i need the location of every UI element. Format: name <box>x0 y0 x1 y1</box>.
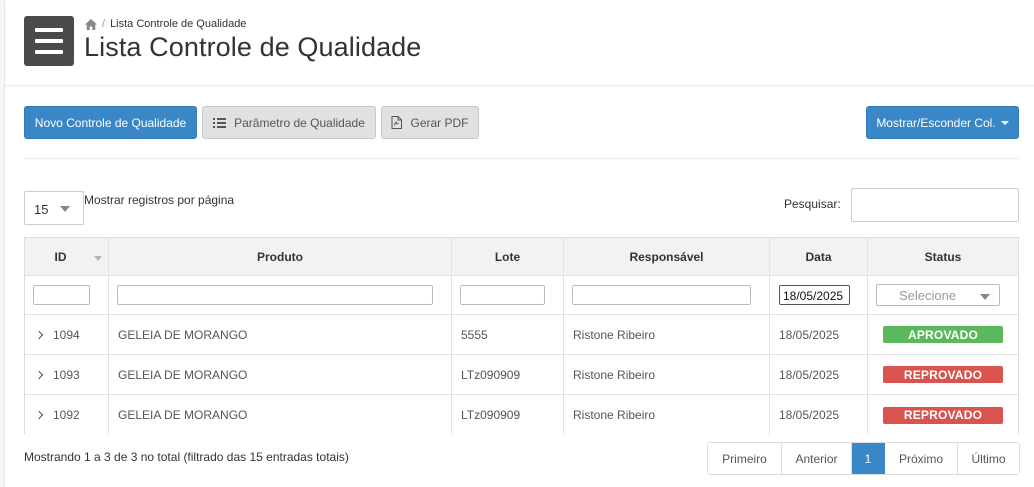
row-produto: GELEIA DE MORANGO <box>109 315 452 354</box>
page-current-button[interactable]: 1 <box>852 443 885 474</box>
quality-control-table: ID Produto Lote Responsável Data Status … <box>24 237 1019 435</box>
row-lote: LTz090909 <box>452 395 564 435</box>
breadcrumb: / Lista Controle de Qualidade <box>85 18 246 30</box>
divider <box>24 158 1019 159</box>
row-responsavel: Ristone Ribeiro <box>564 395 770 435</box>
status-badge: REPROVADO <box>883 406 1003 424</box>
row-responsavel: Ristone Ribeiro <box>564 315 770 354</box>
page-previous-button[interactable]: Anterior <box>782 443 852 474</box>
row-data: 18/05/2025 <box>770 355 868 394</box>
column-header-responsavel[interactable]: Responsável <box>564 238 770 275</box>
page-length-value: 15 <box>34 202 49 217</box>
filter-responsavel-input[interactable] <box>572 285 751 305</box>
column-header-status[interactable]: Status <box>868 238 1018 275</box>
page-next-button[interactable]: Próximo <box>885 443 958 474</box>
filter-data-input[interactable] <box>779 285 850 305</box>
row-data: 18/05/2025 <box>770 315 868 354</box>
table-row: 1093 GELEIA DE MORANGO LTz090909 Ristone… <box>25 355 1018 395</box>
table-info: Mostrando 1 a 3 de 3 no total (filtrado … <box>24 450 349 464</box>
menu-toggle-button[interactable] <box>24 16 74 66</box>
filter-produto-input[interactable] <box>117 285 433 305</box>
column-header-produto[interactable]: Produto <box>109 238 452 275</box>
row-produto: GELEIA DE MORANGO <box>109 395 452 435</box>
row-id: 1092 <box>53 408 80 422</box>
table-row: 1092 GELEIA DE MORANGO LTz090909 Ristone… <box>25 395 1018 435</box>
expand-row-icon[interactable] <box>34 370 44 379</box>
search-label: Pesquisar: <box>784 197 841 211</box>
chevron-down-icon <box>980 294 990 300</box>
page-length-select[interactable]: 15 <box>24 191 84 225</box>
breadcrumb-current: Lista Controle de Qualidade <box>110 18 247 30</box>
row-responsavel: Ristone Ribeiro <box>564 355 770 394</box>
row-id: 1093 <box>53 367 80 382</box>
page-title: Lista Controle de Qualidade <box>84 32 422 62</box>
filter-status-select[interactable]: Selecione <box>876 284 1000 306</box>
toggle-columns-button[interactable]: Mostrar/Esconder Col. <box>866 106 1019 139</box>
expand-row-icon[interactable] <box>34 330 44 339</box>
generate-pdf-label: Gerar PDF <box>410 115 469 130</box>
list-icon <box>213 117 227 128</box>
status-badge: REPROVADO <box>883 366 1003 383</box>
quality-parameter-label: Parâmetro de Qualidade <box>234 115 365 130</box>
row-id: 1094 <box>53 327 80 342</box>
page-header: / Lista Controle de Qualidade Lista Cont… <box>5 0 1034 86</box>
page-length-label: Mostrar registros por página <box>84 193 235 207</box>
generate-pdf-button[interactable]: Gerar PDF <box>381 106 479 139</box>
column-header-lote[interactable]: Lote <box>452 238 564 275</box>
status-badge: APROVADO <box>883 326 1003 343</box>
filter-id-input[interactable] <box>33 285 90 305</box>
quality-parameter-button[interactable]: Parâmetro de Qualidade <box>202 106 376 139</box>
hamburger-icon <box>35 28 63 32</box>
row-produto: GELEIA DE MORANGO <box>109 355 452 394</box>
row-lote: 5555 <box>452 315 564 354</box>
breadcrumb-separator: / <box>102 18 106 30</box>
expand-row-icon[interactable] <box>34 410 44 420</box>
table-header: ID Produto Lote Responsável Data Status <box>25 238 1018 276</box>
sort-icon <box>94 256 102 261</box>
filter-status-placeholder: Selecione <box>899 288 957 303</box>
new-quality-control-button[interactable]: Novo Controle de Qualidade <box>24 106 197 139</box>
pagination: Primeiro Anterior 1 Próximo Último <box>707 442 1020 475</box>
filter-lote-input[interactable] <box>460 285 545 305</box>
toggle-columns-label: Mostrar/Esconder Col. <box>876 115 996 130</box>
chevron-down-icon <box>60 206 70 212</box>
row-lote: LTz090909 <box>452 355 564 394</box>
filter-row: Selecione <box>25 276 1018 315</box>
column-header-data[interactable]: Data <box>770 238 868 275</box>
table-row: 1094 GELEIA DE MORANGO 5555 Ristone Ribe… <box>25 315 1018 355</box>
page-first-button[interactable]: Primeiro <box>708 443 782 474</box>
row-data: 18/05/2025 <box>770 395 868 435</box>
caret-down-icon <box>1000 121 1009 125</box>
home-icon[interactable] <box>85 18 97 30</box>
new-quality-control-label: Novo Controle de Qualidade <box>34 115 187 130</box>
search-input[interactable] <box>851 188 1019 222</box>
column-header-id[interactable]: ID <box>25 238 109 275</box>
pdf-file-icon <box>391 116 403 129</box>
page-last-button[interactable]: Último <box>958 443 1019 474</box>
